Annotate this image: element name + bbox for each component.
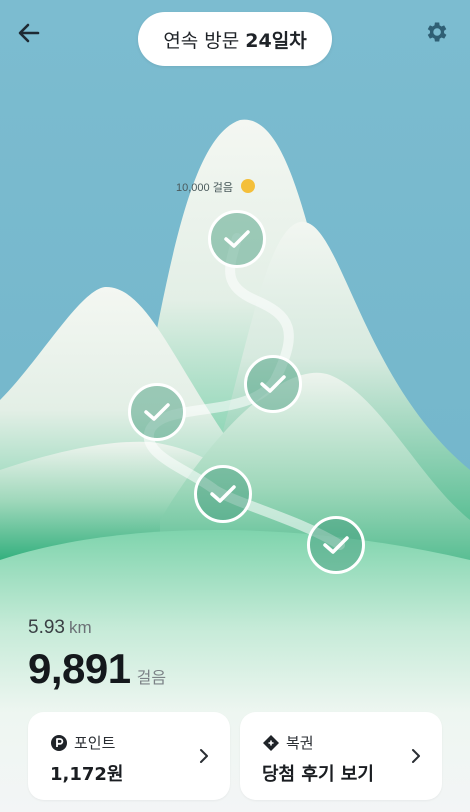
points-card[interactable]: 포인트 1,172원 [28,712,230,800]
top-bar: 연속 방문 24일차 [0,0,470,80]
point-p-icon [50,734,68,752]
walk-screen: 연속 방문 24일차 10,000 걸음 5.93 km 9,891 걸음 포인… [0,0,470,812]
lottery-card-header: 복권 [262,732,314,753]
goal-marker-dot [241,179,255,193]
check-icon [210,485,236,503]
streak-prefix: 연속 방문 [163,29,240,52]
steps-unit: 걸음 [136,670,167,687]
goal-label: 10,000 걸음 [176,182,233,194]
check-icon [323,536,349,554]
check-icon [144,403,170,421]
steps-readout: 9,891 걸음 [28,645,166,693]
lottery-label: 복권 [286,734,314,752]
lottery-value: 당첨 후기 보기 [262,764,374,785]
chevron-right-icon [198,748,210,764]
chevron-right-icon [410,748,422,764]
check-icon [260,375,286,393]
steps-value: 9,891 [28,645,131,692]
distance-value: 5.93 [28,617,65,638]
check-icon [224,230,250,248]
checkpoint-1 [208,210,266,268]
points-label: 포인트 [74,734,116,752]
arrow-left-icon [18,23,40,43]
checkpoint-3 [128,383,186,441]
streak-days: 24일차 [245,29,307,52]
streak-badge: 연속 방문 24일차 [138,12,332,66]
gear-icon [427,22,447,42]
distance-unit: km [68,618,92,637]
distance-readout: 5.93 km [28,617,92,639]
settings-button[interactable] [422,18,450,46]
lottery-card[interactable]: 복권 당첨 후기 보기 [240,712,442,800]
points-card-header: 포인트 [50,732,115,753]
ticket-icon [262,734,280,752]
checkpoint-4 [194,465,252,523]
checkpoint-2 [244,355,302,413]
back-button[interactable] [14,18,44,48]
points-value: 1,172원 [50,764,124,785]
checkpoint-5 [307,516,365,574]
